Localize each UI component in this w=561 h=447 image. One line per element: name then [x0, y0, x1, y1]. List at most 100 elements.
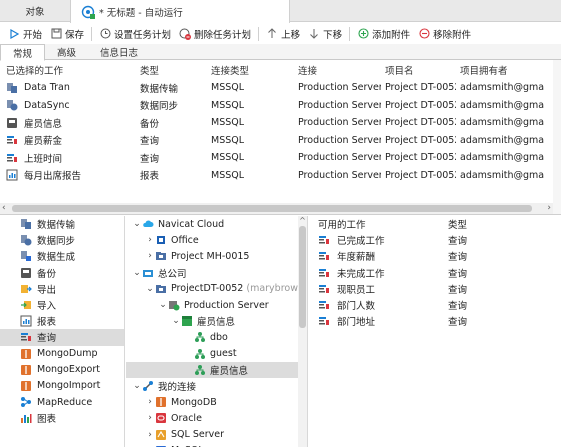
- job-type-item[interactable]: 图表: [0, 410, 124, 426]
- table-vertical-scrollbar[interactable]: [553, 60, 561, 214]
- tree-node[interactable]: › Project MH-0015: [126, 248, 298, 264]
- move-up-button[interactable]: 上移: [262, 24, 304, 43]
- tree-node[interactable]: ⌄ 总公司: [126, 265, 298, 281]
- set-schedule-button[interactable]: 设置任务计划: [95, 24, 175, 43]
- export-icon: [20, 283, 32, 295]
- job-type-item[interactable]: MongoImport: [0, 378, 124, 394]
- job-type-item[interactable]: 数据传输: [0, 216, 124, 232]
- tree-node[interactable]: › Oracle: [126, 410, 298, 426]
- move-down-button[interactable]: 下移: [304, 24, 346, 43]
- scroll-left-icon[interactable]: ‹: [2, 203, 6, 213]
- chart-icon: [20, 412, 32, 424]
- chevron-right-icon[interactable]: ›: [145, 413, 155, 423]
- available-job-row[interactable]: 部门地址 查询: [308, 313, 561, 329]
- scrollbar-thumb[interactable]: [12, 205, 532, 212]
- job-name-cell: 上班时间: [0, 151, 136, 165]
- job-type-item[interactable]: MapReduce: [0, 394, 124, 410]
- tab-objects-label: 对象: [25, 7, 45, 18]
- tab-advanced[interactable]: 高级: [45, 44, 88, 60]
- chevron-right-icon[interactable]: ›: [145, 397, 155, 407]
- column-header[interactable]: 项目拥有者: [456, 63, 548, 77]
- available-job-row[interactable]: 年度薪酬 查询: [308, 248, 561, 264]
- job-type-item[interactable]: 导出: [0, 281, 124, 297]
- job-type-item[interactable]: 导入: [0, 297, 124, 313]
- tree-node[interactable]: dbo: [126, 329, 298, 345]
- table-horizontal-scrollbar[interactable]: ‹ ›: [0, 203, 553, 214]
- scrollbar-thumb[interactable]: [299, 226, 306, 328]
- add-attachment-button[interactable]: 添加附件: [353, 24, 414, 43]
- chevron-down-icon[interactable]: ⌄: [132, 219, 142, 229]
- job-type-item[interactable]: 备份: [0, 265, 124, 281]
- start-button[interactable]: 开始: [4, 24, 46, 43]
- column-header[interactable]: 连接类型: [207, 63, 294, 77]
- tree-node-label: Office: [171, 234, 199, 246]
- tree-node[interactable]: ⌄ ProjectDT-0052(marybrown@: [126, 281, 298, 297]
- tree-node[interactable]: ⌄ Production Server: [126, 297, 298, 313]
- scroll-up-icon[interactable]: ^: [298, 216, 307, 225]
- tree-node[interactable]: › MongoDB: [126, 394, 298, 410]
- table-row[interactable]: Data Tran 数据传输 MSSQL Production Server Proje…: [0, 79, 553, 97]
- mongo-import-icon: [20, 380, 32, 392]
- chevron-down-icon[interactable]: ⌄: [132, 381, 142, 391]
- chevron-down-icon[interactable]: ⌄: [132, 268, 142, 278]
- table-row[interactable]: 雇员信息 备份 MSSQL Production Server Project DT-0…: [0, 114, 553, 132]
- tab-message-log[interactable]: 信息日志: [88, 44, 150, 60]
- column-header[interactable]: 可用的工作: [308, 217, 444, 231]
- tree-node-label: 雇员信息: [197, 317, 236, 329]
- job-type-item[interactable]: MongoDump: [0, 346, 124, 362]
- tab-automation[interactable]: * 无标题 - 自动运行: [70, 0, 290, 23]
- delete-schedule-button[interactable]: 删除任务计划: [175, 24, 255, 43]
- tree-node[interactable]: ›MySQL: [126, 443, 298, 447]
- job-name: 上班时间: [24, 153, 63, 165]
- job-type-item[interactable]: 数据生成: [0, 248, 124, 264]
- column-header[interactable]: 类型: [136, 63, 207, 77]
- column-header[interactable]: 类型: [444, 217, 504, 231]
- column-header[interactable]: 项目名: [381, 63, 456, 77]
- scroll-right-icon[interactable]: ›: [547, 203, 551, 213]
- chevron-down-icon[interactable]: ⌄: [145, 284, 155, 294]
- remove-attachment-label: 移除附件: [433, 29, 472, 41]
- job-name: 雇员薪金: [24, 136, 63, 148]
- pane-divider[interactable]: [0, 214, 561, 215]
- chevron-right-icon[interactable]: ›: [145, 235, 155, 245]
- query-icon: [6, 134, 18, 146]
- tree-node[interactable]: ⌄ 我的连接: [126, 378, 298, 394]
- tree-node[interactable]: 雇员信息: [126, 361, 298, 378]
- tree-node[interactable]: guest: [126, 346, 298, 362]
- tree-scrollbar[interactable]: ^: [298, 216, 307, 447]
- tab-objects[interactable]: 对象: [0, 0, 70, 22]
- available-job-row[interactable]: 未完成工作 查询: [308, 265, 561, 281]
- tree-node-label: Navicat Cloud: [158, 218, 225, 230]
- table-row[interactable]: 上班时间 查询 MSSQL Production Server Project DT-0…: [0, 149, 553, 167]
- data-generate-icon: [20, 250, 32, 262]
- tree-node-label: Oracle: [171, 412, 202, 424]
- table-row[interactable]: 雇员薪金 查询 MSSQL Production Server Project DT-0…: [0, 132, 553, 150]
- tree-node[interactable]: › SQL Server: [126, 426, 298, 442]
- query-icon: [318, 315, 330, 327]
- job-type-item[interactable]: MongoExport: [0, 362, 124, 378]
- tree-node[interactable]: › Office: [126, 232, 298, 248]
- job-type-item[interactable]: 查询: [0, 329, 124, 346]
- tree-node[interactable]: ⌄ 雇员信息: [126, 313, 298, 329]
- remove-attachment-button[interactable]: 移除附件: [414, 24, 475, 43]
- job-type-label: 报表: [37, 317, 57, 329]
- chevron-right-icon[interactable]: ›: [145, 430, 155, 440]
- available-job-row[interactable]: 现职员工 查询: [308, 281, 561, 297]
- tab-general[interactable]: 常规: [0, 44, 46, 61]
- available-job-row[interactable]: 已完成工作 查询: [308, 232, 561, 248]
- job-type-item[interactable]: 报表: [0, 313, 124, 329]
- column-header[interactable]: 连接: [294, 63, 381, 77]
- arrow-up-icon: [266, 28, 278, 40]
- save-button[interactable]: 保存: [46, 24, 88, 43]
- job-type-list: 数据传输 数据同步 数据生成 备份 导出 导入报表 查询 MongoDump MongoExpo…: [0, 216, 125, 447]
- column-header[interactable]: 已选择的工作: [0, 63, 136, 77]
- chevron-down-icon[interactable]: ⌄: [171, 316, 181, 326]
- chevron-right-icon[interactable]: ›: [145, 251, 155, 261]
- chevron-down-icon[interactable]: ⌄: [158, 300, 168, 310]
- table-row[interactable]: 每月出席报告 报表 MSSQL Production Server Project DT…: [0, 167, 553, 185]
- table-row[interactable]: DataSync 数据同步 MSSQL Production Server Projec…: [0, 97, 553, 115]
- owner-cell: adamsmith@gma: [460, 99, 545, 111]
- available-job-row[interactable]: 部门人数 查询: [308, 297, 561, 313]
- job-type-item[interactable]: 数据同步: [0, 232, 124, 248]
- tree-node[interactable]: ⌄ Navicat Cloud: [126, 216, 298, 232]
